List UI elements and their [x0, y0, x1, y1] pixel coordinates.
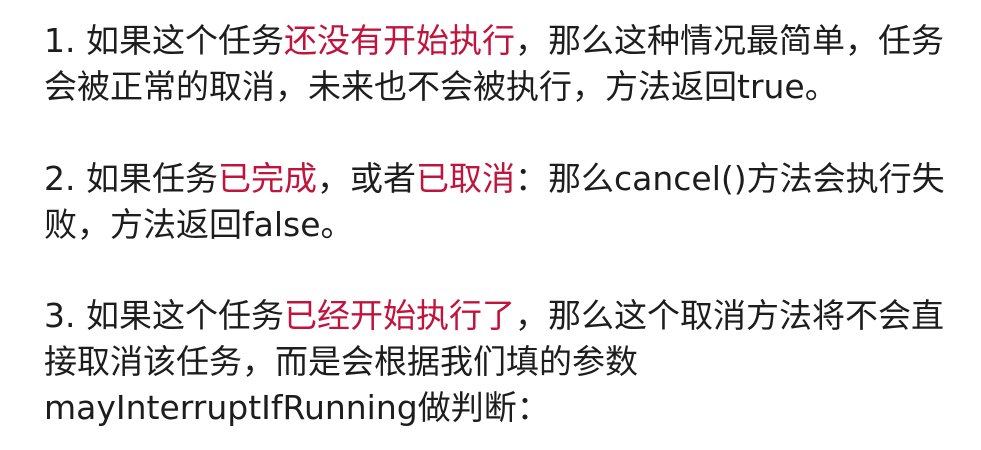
- p3-highlight-running: 已经开始执行了: [283, 296, 515, 335]
- slide-content: 1. 如果这个任务还没有开始执行，那么这种情况最简单，任务会被正常的取消，未来也…: [0, 0, 981, 450]
- paragraph-completed-or-cancelled: 2. 如果任务已完成，或者已取消：那么cancel()方法会执行失败，方法返回f…: [44, 156, 974, 248]
- p2-highlight-cancelled: 已取消: [415, 159, 515, 198]
- p2-text-intro: 2. 如果任务: [44, 159, 218, 198]
- p2-highlight-completed: 已完成: [217, 159, 317, 198]
- paragraph-not-started: 1. 如果这个任务还没有开始执行，那么这种情况最简单，任务会被正常的取消，未来也…: [44, 18, 974, 110]
- p2-text-or: ，或者: [316, 159, 416, 198]
- p1-highlight-not-started: 还没有开始执行: [283, 21, 515, 60]
- p3-text-intro: 3. 如果这个任务: [44, 296, 284, 335]
- p1-text-intro: 1. 如果这个任务: [44, 21, 284, 60]
- paragraph-already-running: 3. 如果这个任务已经开始执行了，那么这个取消方法将不会直接取消该任务，而是会根…: [44, 293, 974, 431]
